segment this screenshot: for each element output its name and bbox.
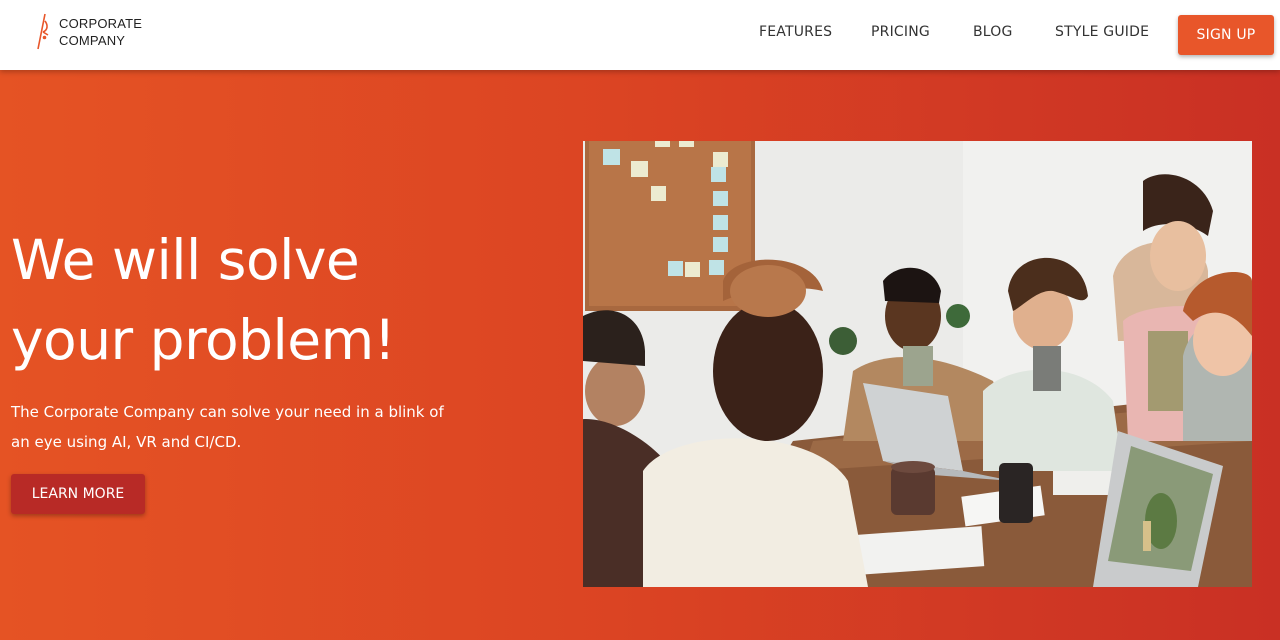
hero-title: We will solve your problem! <box>11 220 551 380</box>
logo-mark-icon <box>37 13 49 50</box>
navbar: CORPORATE COMPANY FEATURES PRICING BLOG … <box>0 0 1280 70</box>
logo-line-2: COMPANY <box>59 33 126 48</box>
hero-description: The Corporate Company can solve your nee… <box>11 403 444 451</box>
learn-more-button[interactable]: LEARN MORE <box>11 474 145 514</box>
nav-link-blog[interactable]: BLOG <box>973 24 1013 40</box>
page: CORPORATE COMPANY FEATURES PRICING BLOG … <box>0 0 1280 640</box>
team-meeting-illustration <box>583 141 1252 587</box>
sign-up-button[interactable]: SIGN UP <box>1178 15 1274 55</box>
nav-link-features[interactable]: FEATURES <box>759 24 832 40</box>
hero-title-line-2: your problem! <box>11 308 396 372</box>
nav-link-pricing[interactable]: PRICING <box>871 24 930 40</box>
hero-section: We will solve your problem! The Corporat… <box>0 70 1280 640</box>
hero-title-line-1: We will solve <box>11 228 360 292</box>
logo-link[interactable]: CORPORATE COMPANY <box>36 12 166 52</box>
hero-team-photo <box>583 141 1252 587</box>
logo-line-1: CORPORATE <box>59 16 143 31</box>
nav-link-style-guide[interactable]: STYLE GUIDE <box>1055 24 1149 40</box>
logo-text: CORPORATE COMPANY <box>59 15 142 49</box>
